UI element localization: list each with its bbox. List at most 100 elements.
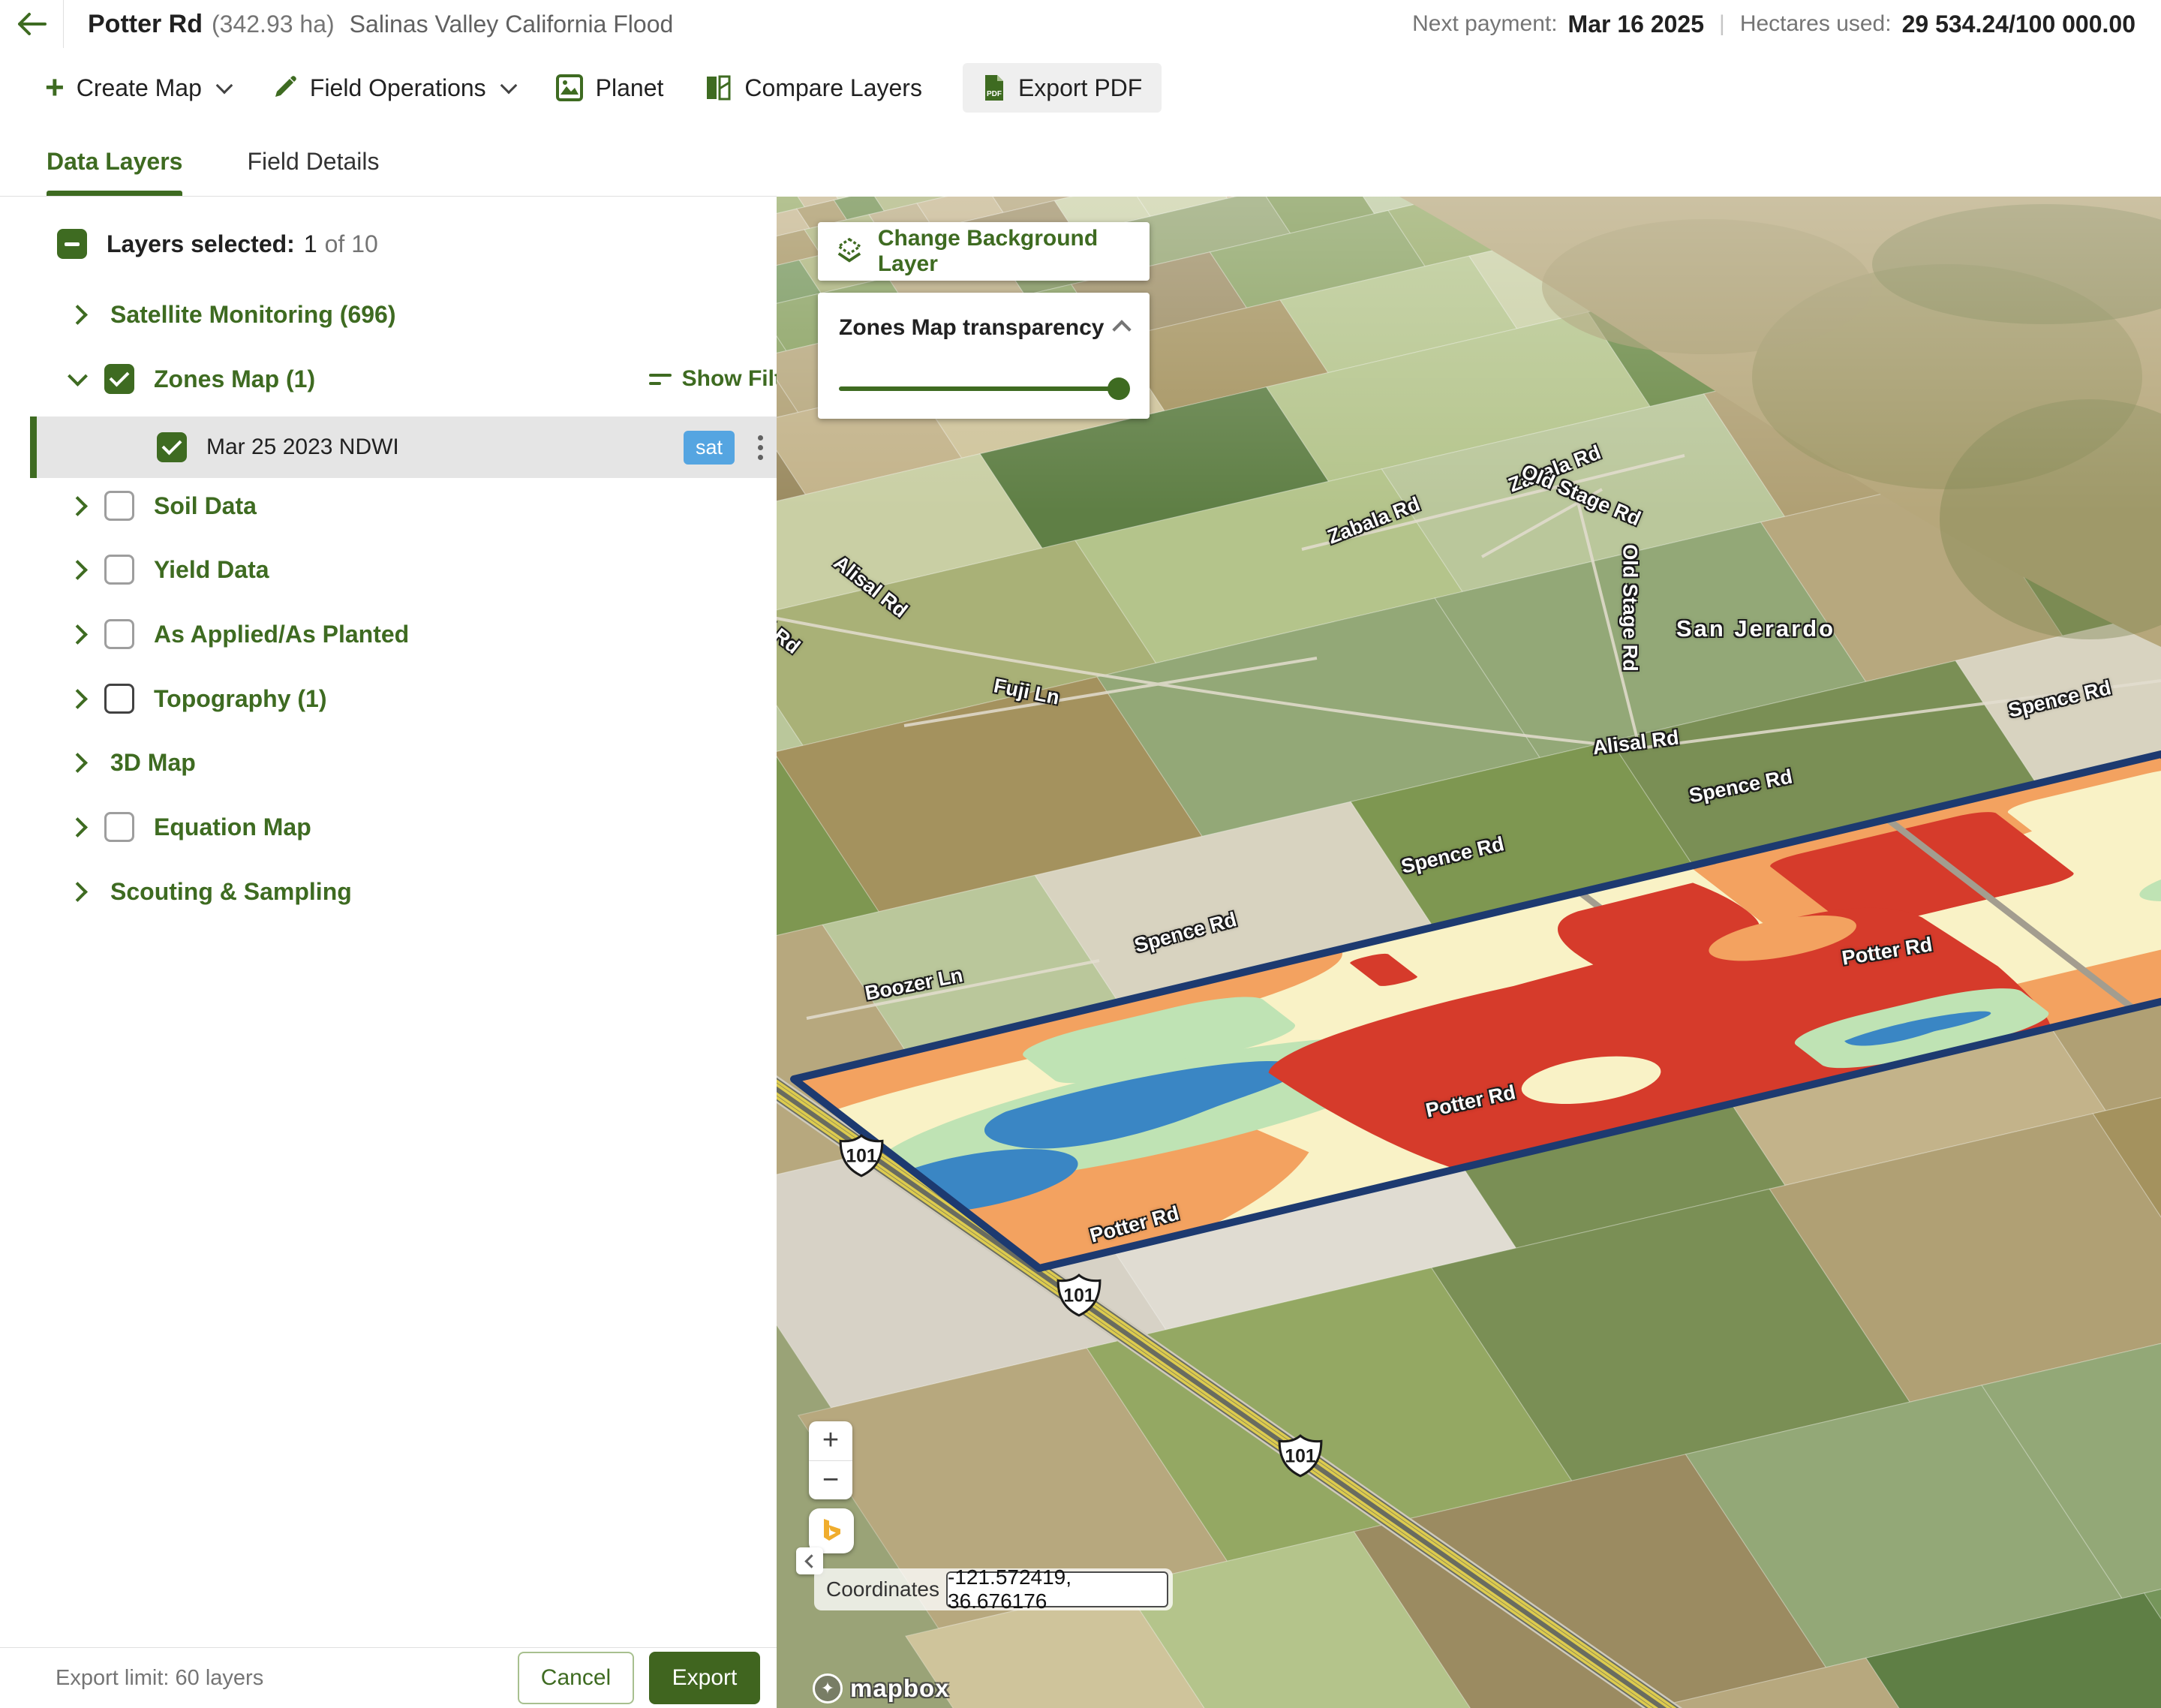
as-applied-checkbox[interactable] (104, 619, 134, 649)
yield-data-checkbox[interactable] (104, 555, 134, 585)
tab-field-details[interactable]: Field Details (247, 128, 379, 196)
tab-bar: Data Layers Field Details (0, 128, 777, 197)
change-background-label: Change Background Layer (878, 226, 1150, 277)
back-button[interactable] (0, 0, 64, 48)
pdf-file-icon: PDF (982, 74, 1006, 102)
export-pdf-button[interactable]: PDF Export PDF (963, 63, 1162, 113)
chevron-right-icon (68, 560, 88, 580)
next-payment-label: Next payment: (1412, 11, 1557, 37)
slider-track (839, 386, 1129, 391)
kebab-menu-icon[interactable] (753, 431, 768, 465)
zoom-in-button[interactable]: + (809, 1421, 852, 1461)
sidebar-item-as-applied[interactable]: As Applied/As Planted (0, 606, 847, 662)
chevron-right-icon (68, 753, 88, 773)
header-separator: | (1715, 11, 1730, 37)
pencil-icon (271, 74, 298, 101)
item-label: Scouting & Sampling (110, 878, 352, 906)
chevron-right-icon (68, 305, 88, 325)
field-operations-label: Field Operations (310, 74, 486, 102)
chevron-right-icon (68, 689, 88, 709)
planet-label: Planet (596, 74, 664, 102)
item-label: 3D Map (110, 749, 196, 777)
next-payment-value: Mar 16 2025 (1568, 11, 1704, 38)
cancel-button[interactable]: Cancel (518, 1652, 634, 1704)
export-button[interactable]: Export (649, 1652, 760, 1704)
mapbox-attribution[interactable]: ✦ mapbox (813, 1673, 950, 1703)
chevron-left-icon (804, 1554, 818, 1568)
coordinates-bar: Coordinates -121.572419, 36.676176 (814, 1568, 1173, 1610)
item-label: Soil Data (154, 492, 257, 520)
slider-thumb[interactable] (1108, 377, 1130, 400)
layers-selected-row: Layers selected: 1 of 10 (0, 216, 834, 272)
sidebar-item-topography[interactable]: Topography (1) (0, 671, 847, 726)
map-canvas[interactable]: Zabala Rd Zabala Rd Old Stage Rd Old Sta… (777, 197, 2161, 1708)
transparency-title: Zones Map transparency (839, 315, 1104, 340)
app-window: Potter Rd (342.93 ha) Salinas Valley Cal… (0, 0, 2161, 1708)
svg-text:101: 101 (1285, 1446, 1316, 1466)
zones-map-checkbox[interactable] (104, 364, 134, 394)
mapbox-logo-icon: ✦ (813, 1673, 843, 1703)
account-info: Next payment: Mar 16 2025 | Hectares use… (1412, 11, 2135, 38)
sidebar-item-zones-map[interactable]: Zones Map (1) Show Filters (0, 351, 847, 407)
sidebar-item-yield-data[interactable]: Yield Data (0, 542, 847, 597)
field-operations-button[interactable]: Field Operations (271, 74, 515, 102)
compare-layers-icon (704, 74, 732, 102)
chevron-up-icon[interactable] (1112, 320, 1131, 338)
compare-layers-button[interactable]: Compare Layers (704, 74, 922, 102)
route-101-shield: 101 (1055, 1272, 1103, 1319)
item-label: Satellite Monitoring (696) (110, 301, 395, 329)
planet-image-icon (555, 74, 584, 102)
chevron-right-icon (68, 817, 88, 837)
chevron-right-icon (68, 624, 88, 645)
transparency-slider[interactable] (839, 377, 1129, 399)
svg-text:101: 101 (846, 1146, 877, 1166)
field-area: (342.93 ha) (212, 11, 335, 38)
sidebar-item-equation-map[interactable]: Equation Map (0, 799, 847, 855)
bing-maps-button[interactable] (809, 1508, 854, 1553)
layer-name: Mar 25 2023 NDWI (206, 435, 399, 460)
toolbar: + Create Map Field Operations Planet (0, 48, 2161, 128)
arrow-left-icon (17, 12, 47, 36)
zoom-out-button[interactable]: − (809, 1461, 852, 1500)
item-label: Zones Map (1) (154, 365, 315, 393)
planet-button[interactable]: Planet (555, 74, 664, 102)
route-101-shield: 101 (1276, 1433, 1324, 1479)
compare-layers-label: Compare Layers (744, 74, 922, 102)
sidebar-footer: Export limit: 60 layers Cancel Export (0, 1647, 777, 1708)
chevron-right-icon (68, 496, 88, 516)
layers-selected-count: 1 (304, 230, 317, 258)
sidebar-item-3d-map[interactable]: 3D Map (0, 735, 847, 790)
soil-data-checkbox[interactable] (104, 491, 134, 521)
svg-text:101: 101 (1063, 1286, 1095, 1306)
create-map-button[interactable]: + Create Map (45, 74, 230, 102)
town-label: San Jerardo (1676, 615, 1835, 642)
hectares-value: 29 534.24/100 000.00 (1902, 11, 2135, 38)
select-all-checkbox[interactable] (57, 229, 87, 259)
mapbox-wordmark: mapbox (850, 1674, 950, 1703)
sidebar-item-satellite-monitoring[interactable]: Satellite Monitoring (696) (0, 287, 847, 342)
chevron-down-icon (500, 77, 517, 95)
layers-sidebar: Layers selected: 1 of 10 Satellite Monit… (0, 197, 777, 1708)
sat-badge: sat (684, 431, 735, 465)
equation-map-checkbox[interactable] (104, 812, 134, 842)
layer-row-ndwi[interactable]: Mar 25 2023 NDWI sat (30, 416, 777, 478)
create-map-label: Create Map (77, 74, 202, 102)
satellite-basemap (777, 197, 2161, 1708)
layers-icon (834, 236, 864, 267)
field-title: Potter Rd (88, 10, 203, 39)
coordinates-value[interactable]: -121.572419, 36.676176 (946, 1571, 1168, 1607)
ndwi-checkbox[interactable] (157, 432, 187, 462)
chevron-right-icon (68, 882, 88, 902)
chevron-down-icon (68, 366, 88, 386)
tab-data-layers[interactable]: Data Layers (47, 128, 182, 196)
item-label: Topography (1) (154, 685, 327, 713)
item-label: Yield Data (154, 556, 269, 584)
transparency-panel: Zones Map transparency (818, 293, 1150, 419)
topography-checkbox[interactable] (104, 684, 134, 714)
filter-icon (649, 374, 672, 385)
change-background-layer-button[interactable]: Change Background Layer (818, 222, 1150, 281)
sidebar-item-soil-data[interactable]: Soil Data (0, 478, 847, 534)
field-subtitle: Salinas Valley California Flood (350, 11, 674, 38)
route-101-shield: 101 (837, 1132, 885, 1179)
sidebar-item-scouting-sampling[interactable]: Scouting & Sampling (0, 864, 847, 919)
